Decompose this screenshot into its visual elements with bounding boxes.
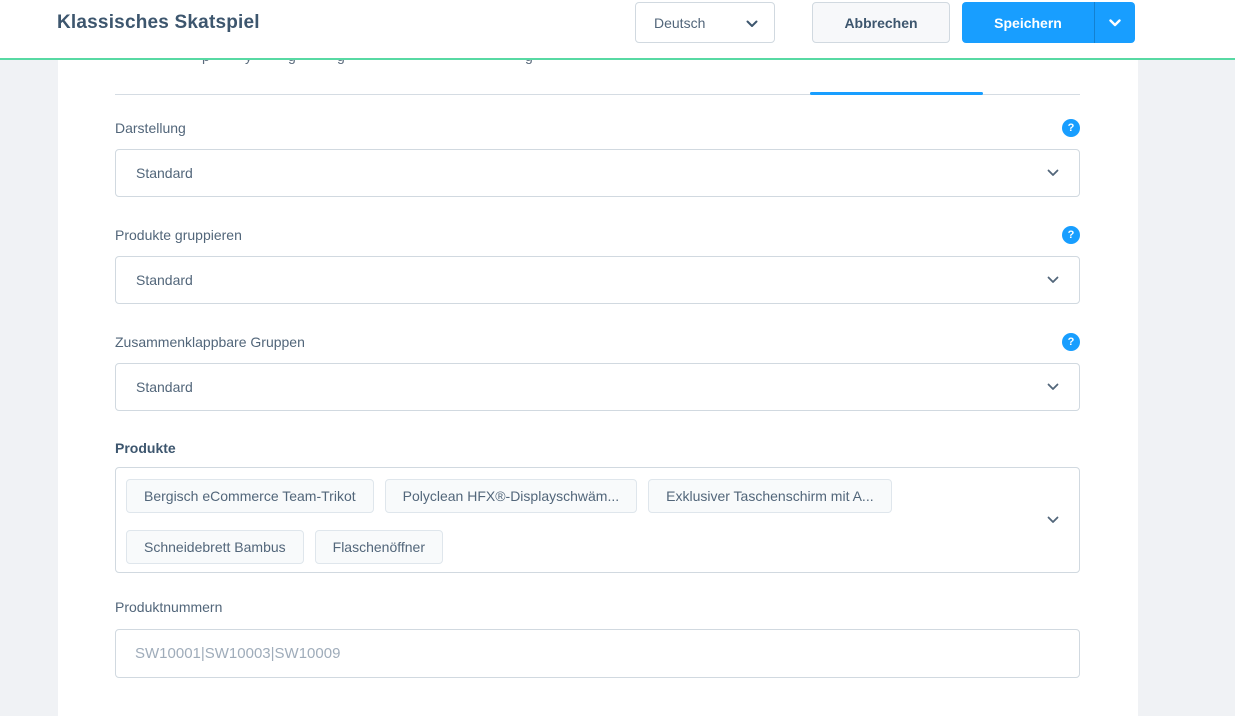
chevron-down-icon: [1047, 276, 1059, 284]
save-dropdown-button[interactable]: [1094, 2, 1135, 43]
clipped-tab-descenders: p y g g g: [115, 60, 1080, 65]
products-multiselect[interactable]: Bergisch eCommerce Team-Trikot Polyclean…: [115, 467, 1080, 573]
clipped-glyph: y: [245, 60, 252, 64]
field-label: Zusammenklappbare Gruppen: [115, 334, 305, 350]
field-label: Produkte gruppieren: [115, 227, 242, 243]
field-label: Produkte: [115, 440, 176, 456]
chevron-down-icon: [1109, 14, 1121, 32]
page-background: p y g g g Darstellung ? Standard: [0, 60, 1235, 716]
language-select-value: Deutsch: [654, 14, 706, 31]
page-title: Klassisches Skatspiel: [57, 12, 260, 33]
help-icon[interactable]: ?: [1062, 226, 1080, 244]
language-select[interactable]: Deutsch: [635, 2, 775, 43]
clipped-glyph: g: [288, 60, 296, 64]
field-products: Produkte Bergisch eCommerce Team-Trikot …: [115, 439, 1080, 573]
active-tab-indicator[interactable]: [810, 92, 983, 95]
question-mark-glyph: ?: [1067, 229, 1075, 241]
product-tag[interactable]: Bergisch eCommerce Team-Trikot: [126, 479, 374, 513]
product-tag[interactable]: Exklusiver Taschenschirm mit A...: [648, 479, 892, 513]
smart-bar-actions: Deutsch Abbrechen Speichern: [635, 2, 1135, 43]
save-button-label: Speichern: [994, 14, 1062, 31]
content-card: p y g g g Darstellung ? Standard: [58, 60, 1138, 716]
field-display: Darstellung ? Standard: [115, 119, 1080, 197]
chevron-down-icon: [1047, 169, 1059, 177]
cancel-button[interactable]: Abbrechen: [812, 2, 950, 43]
display-select-value: Standard: [136, 165, 193, 181]
field-collapsible-groups: Zusammenklappbare Gruppen ? Standard: [115, 333, 1080, 411]
product-numbers-input[interactable]: [115, 629, 1080, 678]
product-tag[interactable]: Flaschenöffner: [314, 530, 443, 564]
product-tag-list: Bergisch eCommerce Team-Trikot Polyclean…: [126, 479, 1019, 564]
clipped-glyph: p: [202, 60, 210, 64]
display-select[interactable]: Standard: [115, 149, 1080, 197]
collapsible-groups-select[interactable]: Standard: [115, 363, 1080, 411]
collapsible-groups-select-value: Standard: [136, 379, 193, 395]
chevron-down-icon: [746, 15, 758, 31]
tab-bar: [115, 92, 1080, 95]
field-product-numbers: Produktnummern: [115, 598, 1080, 678]
question-mark-glyph: ?: [1067, 336, 1075, 348]
help-icon[interactable]: ?: [1062, 333, 1080, 351]
clipped-glyph: g: [337, 60, 345, 64]
chevron-down-icon: [1047, 516, 1059, 524]
save-button[interactable]: Speichern: [962, 2, 1094, 43]
product-tag[interactable]: Schneidebrett Bambus: [126, 530, 304, 564]
smart-bar: Klassisches Skatspiel Deutsch Abbrechen …: [0, 0, 1235, 60]
group-products-select[interactable]: Standard: [115, 256, 1080, 304]
question-mark-glyph: ?: [1067, 122, 1075, 134]
field-label: Darstellung: [115, 120, 186, 136]
product-tag[interactable]: Polyclean HFX®-Displayschwäm...: [384, 479, 638, 513]
field-label: Produktnummern: [115, 599, 223, 615]
save-button-group: Speichern: [962, 2, 1135, 43]
cancel-button-label: Abbrechen: [844, 14, 918, 31]
group-products-select-value: Standard: [136, 272, 193, 288]
field-group-products: Produkte gruppieren ? Standard: [115, 226, 1080, 304]
clipped-glyph: g: [525, 60, 533, 64]
chevron-down-icon: [1047, 383, 1059, 391]
help-icon[interactable]: ?: [1062, 119, 1080, 137]
